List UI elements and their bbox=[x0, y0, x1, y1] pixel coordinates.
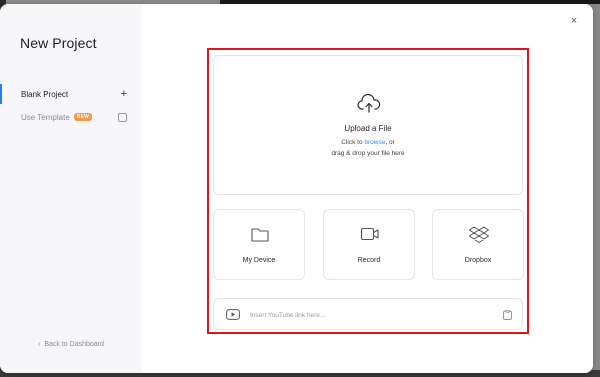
folder-icon bbox=[251, 228, 269, 242]
upload-title: Upload a File bbox=[344, 124, 392, 133]
active-item-indicator bbox=[0, 84, 2, 104]
record-button[interactable]: Record bbox=[323, 209, 415, 280]
upload-instructions: Click to browse, or bbox=[214, 139, 522, 146]
back-label: Back to Dashboard bbox=[44, 341, 104, 348]
back-to-dashboard-link[interactable]: ‹ Back to Dashboard bbox=[38, 341, 104, 348]
close-icon[interactable]: × bbox=[568, 15, 580, 27]
plus-icon: + bbox=[120, 88, 127, 100]
sidebar-item-blank-project[interactable]: Blank Project + bbox=[21, 86, 127, 102]
paste-icon[interactable] bbox=[503, 310, 512, 320]
upload-line1-prefix: Click to bbox=[341, 139, 365, 146]
dropbox-icon bbox=[469, 226, 489, 243]
dropbox-button[interactable]: Dropbox bbox=[432, 209, 524, 280]
sidebar-item-label: Use Template bbox=[21, 112, 70, 122]
sidebar-item-label: Blank Project bbox=[21, 89, 69, 99]
record-label: Record bbox=[357, 257, 381, 264]
sidebar-item-use-template[interactable]: Use Template NEW bbox=[21, 109, 127, 125]
upload-dropzone[interactable]: Upload a File Click to browse, or drag &… bbox=[213, 55, 523, 195]
modal-sidebar: New Project Blank Project + Use Template… bbox=[0, 4, 142, 373]
youtube-link-field bbox=[213, 298, 523, 330]
upload-line1-suffix: , or bbox=[385, 139, 395, 146]
new-badge: NEW bbox=[73, 113, 93, 121]
video-camera-icon bbox=[360, 227, 379, 241]
modal-title: New Project bbox=[20, 35, 97, 51]
my-device-label: My Device bbox=[242, 257, 276, 264]
youtube-link-input[interactable] bbox=[250, 308, 490, 322]
sidebar-item-label-wrap: Use Template NEW bbox=[21, 112, 93, 122]
youtube-icon bbox=[226, 309, 240, 320]
my-device-button[interactable]: My Device bbox=[213, 209, 305, 280]
upload-drag-hint: drag & drop your file here bbox=[331, 150, 405, 157]
browse-link[interactable]: browse bbox=[364, 139, 385, 146]
cloud-upload-icon bbox=[357, 94, 381, 113]
chevron-left-icon: ‹ bbox=[38, 341, 41, 348]
dropbox-label: Dropbox bbox=[464, 257, 492, 264]
template-icon bbox=[118, 112, 127, 122]
